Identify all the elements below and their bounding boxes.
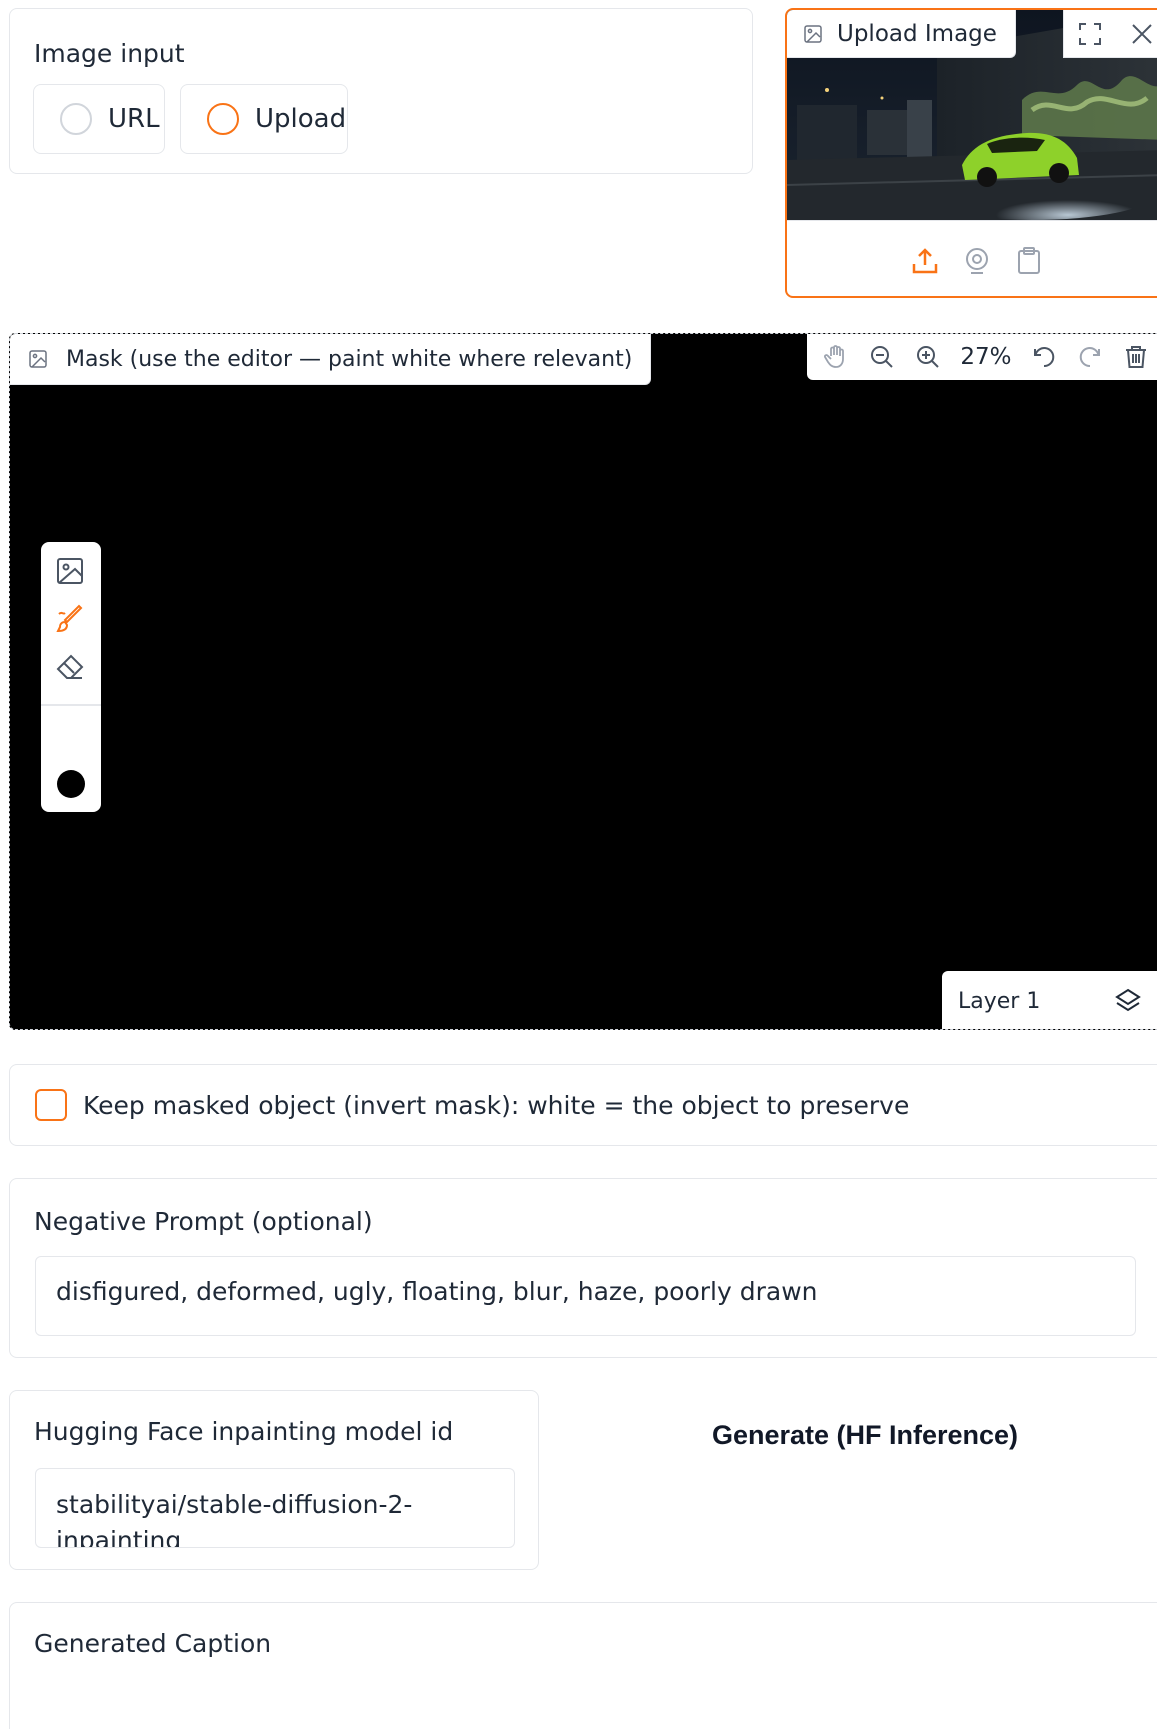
model-id-label: Hugging Face inpainting model id (34, 1417, 454, 1446)
invert-mask-label: Keep masked object (invert mask): white … (83, 1090, 910, 1120)
close-icon[interactable] (1130, 22, 1154, 46)
clipboard-icon[interactable] (1014, 246, 1044, 276)
radio-url-circle[interactable] (60, 103, 92, 135)
upload-image-label-tab: Upload Image (787, 10, 1016, 58)
negative-prompt-panel: Negative Prompt (optional) disfigured, d… (9, 1178, 1157, 1358)
invert-mask-panel[interactable]: Keep masked object (invert mask): white … (9, 1064, 1157, 1146)
upload-icon[interactable] (910, 246, 940, 276)
radio-upload[interactable]: Upload (180, 84, 348, 154)
upload-controls (1063, 10, 1157, 58)
layers-icon[interactable] (1114, 987, 1142, 1015)
radio-upload-label: Upload (255, 104, 347, 134)
mask-editor-toolbar: 27% (807, 334, 1157, 380)
zoom-in-icon[interactable] (915, 344, 941, 370)
mask-editor-label: Mask (use the editor — paint white where… (66, 346, 633, 372)
upload-image-panel[interactable]: Upload Image (785, 8, 1157, 298)
fullscreen-icon[interactable] (1077, 21, 1103, 47)
radio-upload-circle[interactable] (207, 103, 239, 135)
invert-mask-checkbox[interactable] (35, 1089, 67, 1121)
negative-prompt-input[interactable]: disfigured, deformed, ugly, floating, bl… (35, 1256, 1136, 1336)
undo-icon[interactable] (1031, 344, 1057, 370)
upload-image-label: Upload Image (837, 20, 997, 47)
image-input-label: Image input (34, 39, 185, 68)
image-input-panel: Image input URL Upload (9, 8, 753, 174)
trash-icon[interactable] (1123, 344, 1149, 370)
upload-source-bar (787, 220, 1157, 296)
uploaded-image-preview: Upload Image (787, 10, 1157, 220)
model-id-input[interactable]: stabilityai/stable-diffusion-2-inpaintin… (35, 1468, 515, 1548)
webcam-icon[interactable] (962, 246, 992, 276)
redo-icon[interactable] (1077, 344, 1103, 370)
layer-selector[interactable]: Layer 1 (942, 971, 1157, 1029)
brush-icon[interactable] (55, 604, 85, 634)
mask-editor-label-tab: Mask (use the editor — paint white where… (10, 334, 652, 385)
brush-color-swatch[interactable] (57, 770, 85, 798)
pan-icon[interactable] (823, 344, 849, 370)
generated-caption-panel: Generated Caption (9, 1602, 1157, 1729)
negative-prompt-label: Negative Prompt (optional) (34, 1207, 373, 1236)
image-icon (803, 24, 823, 44)
image-icon[interactable] (55, 556, 85, 586)
layer-name: Layer 1 (958, 988, 1041, 1014)
zoom-out-icon[interactable] (869, 344, 895, 370)
mask-editor-canvas[interactable]: Mask (use the editor — paint white where… (9, 333, 1157, 1030)
eraser-icon[interactable] (55, 652, 85, 682)
palette-divider (41, 704, 101, 706)
radio-url[interactable]: URL (33, 84, 165, 154)
zoom-level: 27% (960, 344, 1012, 370)
image-icon (28, 349, 48, 369)
generated-caption-label: Generated Caption (34, 1629, 272, 1658)
model-id-panel: Hugging Face inpainting model id stabili… (9, 1390, 539, 1570)
generate-button[interactable]: Generate (HF Inference) (640, 1410, 1090, 1460)
tool-palette (41, 542, 101, 812)
radio-url-label: URL (108, 104, 160, 134)
